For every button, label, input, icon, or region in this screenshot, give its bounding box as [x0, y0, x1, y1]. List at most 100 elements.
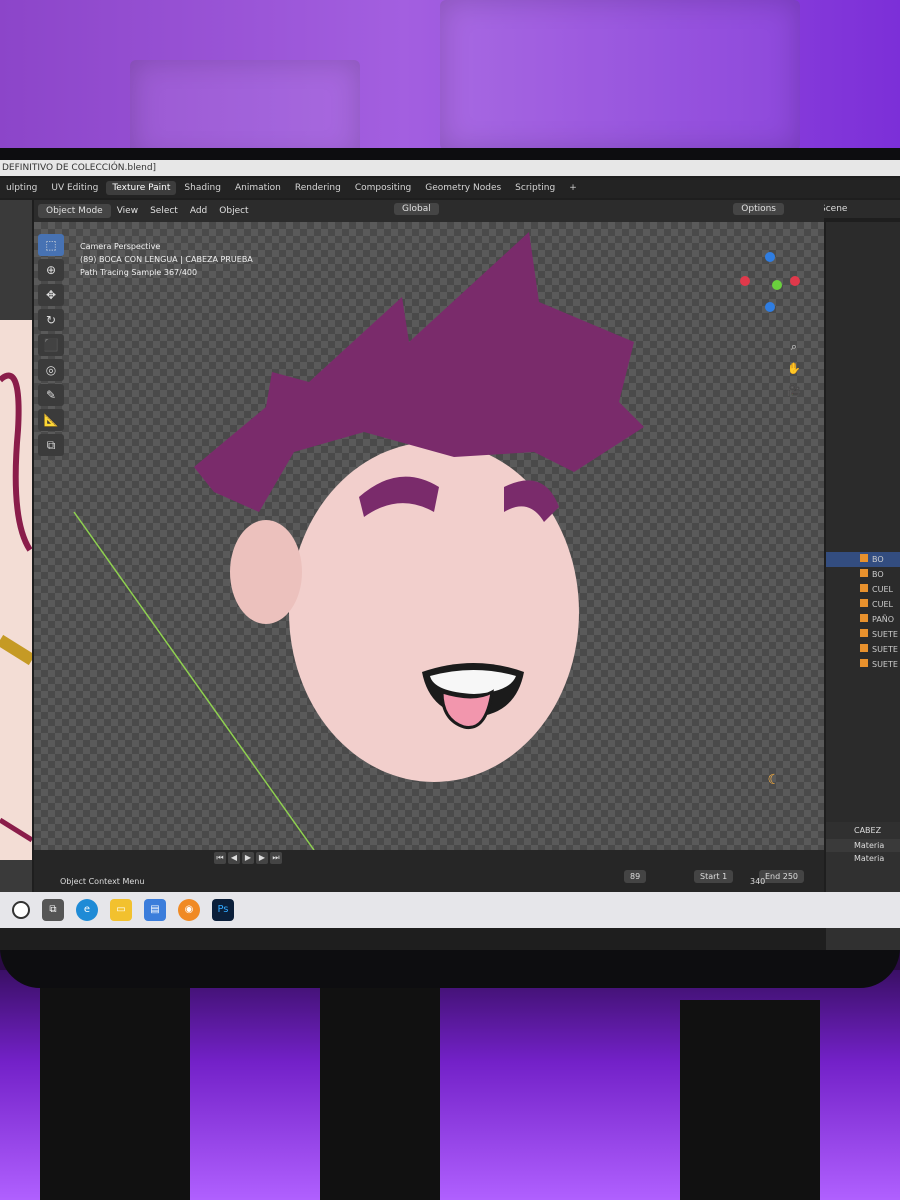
- outliner-row[interactable]: [826, 417, 900, 432]
- z-neg-axis-icon[interactable]: [765, 302, 775, 312]
- menu-view[interactable]: View: [111, 204, 144, 218]
- orientation-dropdown[interactable]: Global: [394, 203, 439, 215]
- menu-object[interactable]: Object: [213, 204, 254, 218]
- object-mode-dropdown[interactable]: Object Mode: [38, 204, 111, 218]
- outliner-row[interactable]: [826, 492, 900, 507]
- wall-panel: [130, 60, 360, 160]
- x-neg-axis-icon[interactable]: [740, 276, 750, 286]
- edge-icon[interactable]: e: [76, 899, 98, 921]
- prev-key-icon[interactable]: ◀: [228, 852, 240, 864]
- mesh-icon: [860, 644, 868, 652]
- outliner-row[interactable]: [826, 252, 900, 267]
- workspace-tab[interactable]: Rendering: [289, 181, 347, 195]
- mesh-icon: [860, 554, 868, 562]
- workspace-tab[interactable]: UV Editing: [45, 181, 104, 195]
- outliner-row[interactable]: [826, 537, 900, 552]
- character-ear: [230, 520, 302, 624]
- workspace-tab[interactable]: Shading: [178, 181, 227, 195]
- window-title: DEFINITIVO DE COLECCIÓN.blend]: [0, 160, 900, 176]
- outliner-row[interactable]: [826, 522, 900, 537]
- outliner-row[interactable]: [826, 297, 900, 312]
- jump-start-icon[interactable]: ⏮: [214, 852, 226, 864]
- outliner-row[interactable]: BO: [826, 567, 900, 582]
- outliner-row-label: BO: [872, 570, 884, 579]
- outliner-row[interactable]: BO: [826, 552, 900, 567]
- monitor-stand-center: [320, 980, 440, 1200]
- outliner-row[interactable]: [826, 237, 900, 252]
- outliner-row[interactable]: [826, 342, 900, 357]
- outliner-row[interactable]: [826, 447, 900, 462]
- blender-icon[interactable]: ◉: [178, 899, 200, 921]
- end-value: 250: [782, 872, 799, 881]
- mesh-icon: [860, 599, 868, 607]
- wall-panel: [440, 0, 800, 150]
- outliner-row[interactable]: [826, 462, 900, 477]
- start-label: Start: [700, 872, 720, 881]
- outliner-row[interactable]: [826, 477, 900, 492]
- 3d-viewport[interactable]: Camera Perspective (89) BOCA CON LENGUA …: [34, 222, 824, 850]
- options-button[interactable]: Options: [733, 203, 784, 215]
- x-axis-icon[interactable]: [790, 276, 800, 286]
- outliner-row-label: CUEL: [872, 600, 893, 609]
- menu-select[interactable]: Select: [144, 204, 184, 218]
- monitor-stand-right: [680, 1000, 820, 1200]
- z-axis-icon[interactable]: [765, 252, 775, 262]
- outliner-row[interactable]: [826, 267, 900, 282]
- zoom-icon[interactable]: ⌕: [786, 340, 802, 356]
- workspace-tab[interactable]: Scripting: [509, 181, 561, 195]
- windows-start-icon[interactable]: [12, 901, 30, 919]
- outliner-row[interactable]: [826, 222, 900, 237]
- monitor-screen: DEFINITIVO DE COLECCIÓN.blend] ulpting UV…: [0, 160, 900, 950]
- start-frame-field[interactable]: Start 1: [694, 870, 734, 883]
- jump-end-icon[interactable]: ⏭: [270, 852, 282, 864]
- outliner-row-label: PAÑO: [872, 615, 895, 624]
- workspace-tabs: ulpting UV Editing Texture Paint Shading Ani…: [0, 178, 900, 198]
- workspace-tab[interactable]: Geometry Nodes: [419, 181, 507, 195]
- material-slot[interactable]: Materia: [826, 839, 900, 852]
- task-view-icon[interactable]: ⧉: [42, 899, 64, 921]
- pan-hand-icon[interactable]: ✋: [786, 362, 802, 378]
- outliner-row[interactable]: [826, 312, 900, 327]
- outliner-row[interactable]: [826, 282, 900, 297]
- store-icon[interactable]: ▤: [144, 899, 166, 921]
- outliner-row[interactable]: [826, 357, 900, 372]
- outliner-panel: BO BO CUEL CUEL PAÑO SUETE SUETE SUETE: [826, 222, 900, 822]
- play-icon[interactable]: ▶: [242, 852, 254, 864]
- properties-panel: CABEZ Materia Materia: [826, 822, 900, 950]
- next-key-icon[interactable]: ▶: [256, 852, 268, 864]
- outliner-row-label: SUETE: [872, 630, 898, 639]
- outliner-row[interactable]: [826, 507, 900, 522]
- outliner-row[interactable]: SUETE: [826, 642, 900, 657]
- outliner-row[interactable]: CUEL: [826, 582, 900, 597]
- start-value: 1: [722, 872, 728, 881]
- file-explorer-icon[interactable]: ▭: [110, 899, 132, 921]
- material-slot[interactable]: Materia: [826, 852, 900, 865]
- photoshop-icon[interactable]: Ps: [212, 899, 234, 921]
- workspace-tab[interactable]: Animation: [229, 181, 287, 195]
- navigation-gizmo[interactable]: [730, 252, 810, 332]
- outliner-row[interactable]: SUETE: [826, 657, 900, 672]
- playback-controls: ⏮ ◀ ▶ ▶ ⏭: [214, 852, 282, 864]
- outliner-row[interactable]: CUEL: [826, 597, 900, 612]
- menu-add[interactable]: Add: [184, 204, 213, 218]
- workspace-tab[interactable]: ulpting: [0, 181, 43, 195]
- outliner-row[interactable]: [826, 402, 900, 417]
- y-axis-icon[interactable]: [772, 280, 782, 290]
- workspace-tab[interactable]: Texture Paint: [106, 181, 177, 195]
- night-light-icon: ☾: [767, 772, 780, 788]
- outliner-row-label: CUEL: [872, 585, 893, 594]
- outliner-row[interactable]: [826, 372, 900, 387]
- end-frame-field[interactable]: End 250: [759, 870, 805, 883]
- left-image-editor-canvas[interactable]: [0, 320, 36, 860]
- outliner-row[interactable]: [826, 327, 900, 342]
- scene-render: [73, 232, 644, 850]
- add-workspace-button[interactable]: +: [563, 183, 583, 193]
- status-text: Object Context Menu: [60, 877, 145, 886]
- outliner-row[interactable]: PAÑO: [826, 612, 900, 627]
- outliner-row[interactable]: [826, 387, 900, 402]
- outliner-row-label: BO: [872, 555, 884, 564]
- outliner-row[interactable]: SUETE: [826, 627, 900, 642]
- camera-view-icon[interactable]: 🎥: [786, 384, 802, 400]
- workspace-tab[interactable]: Compositing: [349, 181, 417, 195]
- outliner-row[interactable]: [826, 432, 900, 447]
